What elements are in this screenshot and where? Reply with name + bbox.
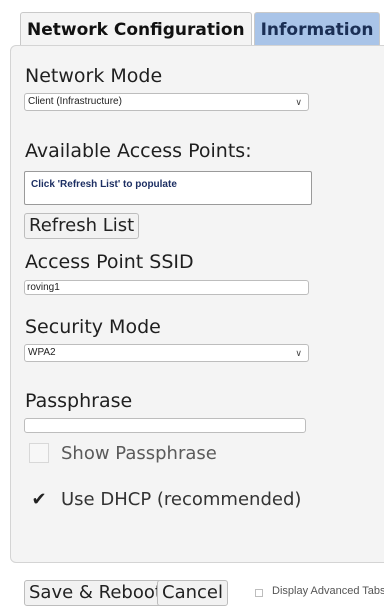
available-access-points-label: Available Access Points: bbox=[25, 140, 252, 162]
access-points-placeholder: Click 'Refresh List' to populate bbox=[31, 179, 177, 190]
network-mode-select[interactable]: Client (Infrastructure) ∨ bbox=[24, 93, 309, 111]
save-reboot-button[interactable]: Save & Reboot bbox=[24, 580, 167, 606]
tab-bar: Network Configuration Information bbox=[20, 12, 381, 46]
show-passphrase-row: Show Passphrase bbox=[29, 440, 217, 466]
ssid-input[interactable]: roving1 bbox=[24, 280, 309, 295]
passphrase-label: Passphrase bbox=[25, 390, 133, 412]
access-point-ssid-label: Access Point SSID bbox=[25, 251, 194, 273]
dhcp-row: ✔ Use DHCP (recommended) bbox=[29, 486, 301, 512]
access-points-list[interactable]: Click 'Refresh List' to populate bbox=[24, 171, 312, 205]
tab-network-configuration[interactable]: Network Configuration bbox=[20, 12, 252, 46]
display-advanced-tabs-checkbox[interactable] bbox=[255, 589, 263, 597]
network-mode-label: Network Mode bbox=[25, 65, 163, 87]
passphrase-input[interactable] bbox=[24, 418, 306, 433]
chevron-down-icon: ∨ bbox=[295, 97, 302, 107]
show-passphrase-label: Show Passphrase bbox=[61, 442, 217, 464]
chevron-down-icon: ∨ bbox=[295, 348, 302, 358]
tab-information[interactable]: Information bbox=[253, 12, 381, 46]
security-mode-label: Security Mode bbox=[25, 316, 161, 338]
refresh-list-button[interactable]: Refresh List bbox=[24, 213, 140, 239]
dhcp-label: Use DHCP (recommended) bbox=[61, 488, 302, 510]
network-mode-value: Client (Infrastructure) bbox=[28, 96, 122, 107]
display-advanced-tabs-label: Display Advanced Tabs bbox=[272, 585, 384, 597]
dhcp-checkbox[interactable]: ✔ bbox=[29, 488, 49, 510]
cancel-button[interactable]: Cancel bbox=[157, 580, 228, 606]
show-passphrase-checkbox[interactable] bbox=[29, 443, 49, 463]
security-mode-value: WPA2 bbox=[28, 347, 56, 358]
security-mode-select[interactable]: WPA2 ∨ bbox=[24, 344, 309, 362]
checkmark-icon: ✔ bbox=[31, 488, 47, 510]
